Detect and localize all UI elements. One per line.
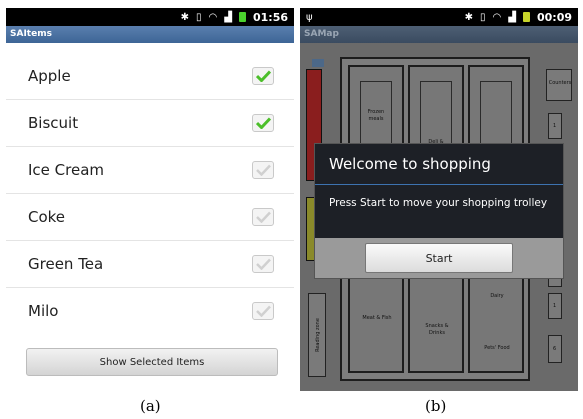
check-icon bbox=[255, 164, 271, 176]
bluetooth-icon: ✱ bbox=[180, 11, 190, 23]
item-checkbox[interactable] bbox=[252, 67, 274, 85]
map-number: 1 bbox=[553, 303, 557, 309]
item-checkbox[interactable] bbox=[252, 208, 274, 226]
side-box: 1 bbox=[548, 113, 562, 139]
aisle-pets: Dairy Pets' Food bbox=[468, 273, 524, 373]
item-checkbox[interactable] bbox=[252, 255, 274, 273]
reading-zone-box: Reading zone bbox=[308, 293, 326, 377]
map-label-counters: Counters bbox=[548, 80, 572, 86]
map-marker bbox=[312, 59, 324, 67]
list-item[interactable]: Ice Cream bbox=[6, 147, 294, 194]
phone-screen-b: ψ ✱ ▯ ◠ ▟ 00:09 SAMap Frozen meals Deli … bbox=[300, 8, 578, 391]
dialog-message: Press Start to move your shopping trolle… bbox=[329, 197, 548, 209]
battery-icon bbox=[238, 12, 246, 22]
dialog-footer: Start bbox=[315, 238, 563, 278]
item-checkbox[interactable] bbox=[252, 302, 274, 320]
list-item[interactable]: Green Tea bbox=[6, 241, 294, 288]
phone-screen-a: ✱ ▯ ◠ ▟ 01:56 SAItems Apple Biscuit Ice … bbox=[6, 8, 294, 391]
item-list: Apple Biscuit Ice Cream Coke Green Tea M… bbox=[6, 53, 294, 334]
check-icon bbox=[255, 305, 271, 317]
status-bar: ψ ✱ ▯ ◠ ▟ 00:09 bbox=[300, 8, 578, 26]
wifi-icon: ◠ bbox=[208, 11, 218, 23]
check-icon bbox=[255, 211, 271, 223]
map-label-dairy: Dairy bbox=[490, 293, 504, 299]
list-item[interactable]: Milo bbox=[6, 288, 294, 334]
map-number: 1 bbox=[553, 123, 557, 129]
battery-icon bbox=[522, 12, 530, 22]
vibrate-icon: ▯ bbox=[480, 11, 486, 23]
vibrate-icon: ▯ bbox=[196, 11, 202, 23]
counters-box: Counters bbox=[546, 69, 572, 101]
welcome-dialog: Welcome to shopping Press Start to move … bbox=[314, 143, 564, 279]
usb-icon: ψ bbox=[306, 11, 313, 23]
map-label-pets: Pets' Food bbox=[484, 345, 510, 351]
signal-icon: ▟ bbox=[224, 11, 232, 23]
map-label-meat: Meat & Fish bbox=[362, 315, 392, 321]
start-button[interactable]: Start bbox=[365, 243, 513, 273]
map-label-reading: Reading zone bbox=[315, 318, 321, 352]
app-title-bar: SAItems bbox=[6, 26, 294, 43]
status-time: 00:09 bbox=[536, 10, 572, 24]
item-label: Green Tea bbox=[28, 255, 104, 273]
signal-icon: ▟ bbox=[508, 11, 516, 23]
check-icon bbox=[255, 117, 271, 129]
wifi-icon: ◠ bbox=[492, 11, 502, 23]
item-label: Apple bbox=[28, 67, 71, 85]
check-icon bbox=[255, 258, 271, 270]
item-checkbox[interactable] bbox=[252, 161, 274, 179]
map-number: 6 bbox=[553, 346, 557, 352]
item-label: Ice Cream bbox=[28, 161, 105, 179]
show-selected-items-button[interactable]: Show Selected Items bbox=[26, 348, 278, 376]
caption-a: (a) bbox=[140, 397, 161, 415]
bluetooth-icon: ✱ bbox=[464, 11, 474, 23]
dialog-title: Welcome to shopping bbox=[315, 144, 563, 185]
aisle-snacks: Snacks & Drinks bbox=[408, 273, 464, 373]
item-label: Biscuit bbox=[28, 114, 79, 132]
map-label-frozen: Frozen meals bbox=[367, 109, 385, 122]
caption-b: (b) bbox=[425, 397, 447, 415]
app-title-bar: SAMap bbox=[300, 26, 578, 43]
item-label: Milo bbox=[28, 302, 59, 320]
side-box: 6 bbox=[548, 335, 562, 363]
item-label: Coke bbox=[28, 208, 66, 226]
side-box: 1 bbox=[548, 293, 562, 319]
status-time: 01:56 bbox=[252, 10, 288, 24]
check-icon bbox=[255, 70, 271, 82]
map-label-snacks: Snacks & Drinks bbox=[425, 323, 449, 336]
item-checkbox[interactable] bbox=[252, 114, 274, 132]
status-bar: ✱ ▯ ◠ ▟ 01:56 bbox=[6, 8, 294, 26]
list-item[interactable]: Coke bbox=[6, 194, 294, 241]
aisle-meat: Meat & Fish bbox=[348, 273, 404, 373]
list-item[interactable]: Biscuit bbox=[6, 100, 294, 147]
list-item[interactable]: Apple bbox=[6, 53, 294, 100]
